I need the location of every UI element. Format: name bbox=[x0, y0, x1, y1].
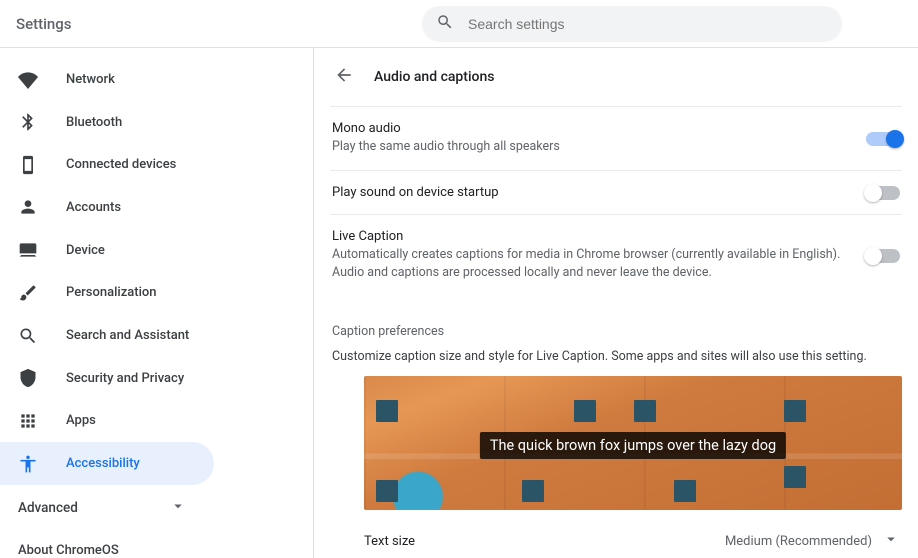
text-size-label: Text size bbox=[364, 534, 415, 549]
wifi-icon bbox=[18, 69, 38, 89]
setting-title: Mono audio bbox=[332, 121, 850, 136]
app-title: Settings bbox=[16, 15, 406, 33]
setting-desc: Play the same audio through all speakers bbox=[332, 138, 850, 156]
phone-icon bbox=[18, 155, 38, 175]
setting-desc: Automatically creates captions for media… bbox=[332, 246, 850, 282]
sidebar-item-label: Connected devices bbox=[66, 157, 176, 172]
sidebar-item-label: Security and Privacy bbox=[66, 371, 184, 386]
sidebar-item-label: Device bbox=[66, 243, 105, 258]
sidebar-item-label: Network bbox=[66, 72, 115, 87]
bluetooth-icon bbox=[18, 112, 38, 132]
sidebar-item-network[interactable]: Network bbox=[0, 58, 214, 101]
setting-mono-audio: Mono audio Play the same audio through a… bbox=[330, 106, 902, 170]
setting-text-size: Text size Medium (Recommended) bbox=[330, 510, 902, 552]
brush-icon bbox=[18, 283, 38, 303]
sidebar-advanced-toggle[interactable]: Advanced bbox=[0, 485, 205, 531]
page-header: Audio and captions bbox=[330, 48, 902, 106]
top-bar: Settings bbox=[0, 0, 918, 48]
main-panel: Audio and captions Mono audio Play the s… bbox=[314, 48, 918, 558]
sidebar-item-label: Personalization bbox=[66, 285, 157, 300]
caption-prefs-desc: Customize caption size and style for Liv… bbox=[330, 343, 902, 376]
back-button[interactable] bbox=[334, 65, 354, 89]
page-title: Audio and captions bbox=[374, 69, 494, 85]
caption-preview: The quick brown fox jumps over the lazy … bbox=[364, 376, 902, 510]
text-size-dropdown[interactable]: Medium (Recommended) bbox=[725, 530, 900, 552]
sidebar-item-label: Bluetooth bbox=[66, 115, 122, 130]
text-size-value: Medium (Recommended) bbox=[725, 534, 872, 549]
chevron-down-icon bbox=[882, 530, 900, 552]
setting-title: Live Caption bbox=[332, 229, 850, 244]
accessibility-icon bbox=[18, 454, 38, 474]
sidebar-item-connected-devices[interactable]: Connected devices bbox=[0, 143, 214, 186]
apps-icon bbox=[18, 411, 38, 431]
sidebar-item-label: Search and Assistant bbox=[66, 328, 189, 343]
sidebar-item-accessibility[interactable]: Accessibility bbox=[0, 442, 214, 485]
toggle-live-caption[interactable] bbox=[866, 249, 900, 263]
sidebar-item-bluetooth[interactable]: Bluetooth bbox=[0, 101, 214, 144]
sidebar-item-label: Apps bbox=[66, 413, 96, 428]
shield-icon bbox=[18, 368, 38, 388]
toggle-mono-audio[interactable] bbox=[866, 132, 900, 146]
toggle-startup-sound[interactable] bbox=[866, 186, 900, 200]
person-icon bbox=[18, 197, 38, 217]
advanced-label: Advanced bbox=[18, 500, 78, 516]
search-input[interactable] bbox=[468, 16, 828, 32]
setting-title: Play sound on device startup bbox=[332, 185, 850, 200]
sidebar-item-apps[interactable]: Apps bbox=[0, 400, 214, 443]
sidebar-about[interactable]: About ChromeOS bbox=[0, 531, 313, 558]
sidebar-item-personalization[interactable]: Personalization bbox=[0, 272, 214, 315]
search-icon bbox=[18, 326, 38, 346]
sidebar: Network Bluetooth Connected devices Acco… bbox=[0, 48, 314, 558]
sidebar-item-accounts[interactable]: Accounts bbox=[0, 186, 214, 229]
sidebar-item-search-assistant[interactable]: Search and Assistant bbox=[0, 314, 214, 357]
sidebar-item-label: Accounts bbox=[66, 200, 121, 215]
about-label: About ChromeOS bbox=[18, 543, 119, 558]
sidebar-item-device[interactable]: Device bbox=[0, 229, 214, 272]
search-field[interactable] bbox=[422, 6, 842, 42]
caption-prefs-heading: Caption preferences bbox=[330, 314, 902, 343]
setting-live-caption: Live Caption Automatically creates capti… bbox=[330, 214, 902, 296]
laptop-icon bbox=[18, 240, 38, 260]
sidebar-item-label: Accessibility bbox=[66, 456, 140, 471]
caption-sample-text: The quick brown fox jumps over the lazy … bbox=[480, 432, 786, 459]
search-icon bbox=[436, 13, 454, 35]
sidebar-item-security-privacy[interactable]: Security and Privacy bbox=[0, 357, 214, 400]
chevron-down-icon bbox=[169, 497, 187, 519]
setting-startup-sound: Play sound on device startup bbox=[330, 170, 902, 214]
